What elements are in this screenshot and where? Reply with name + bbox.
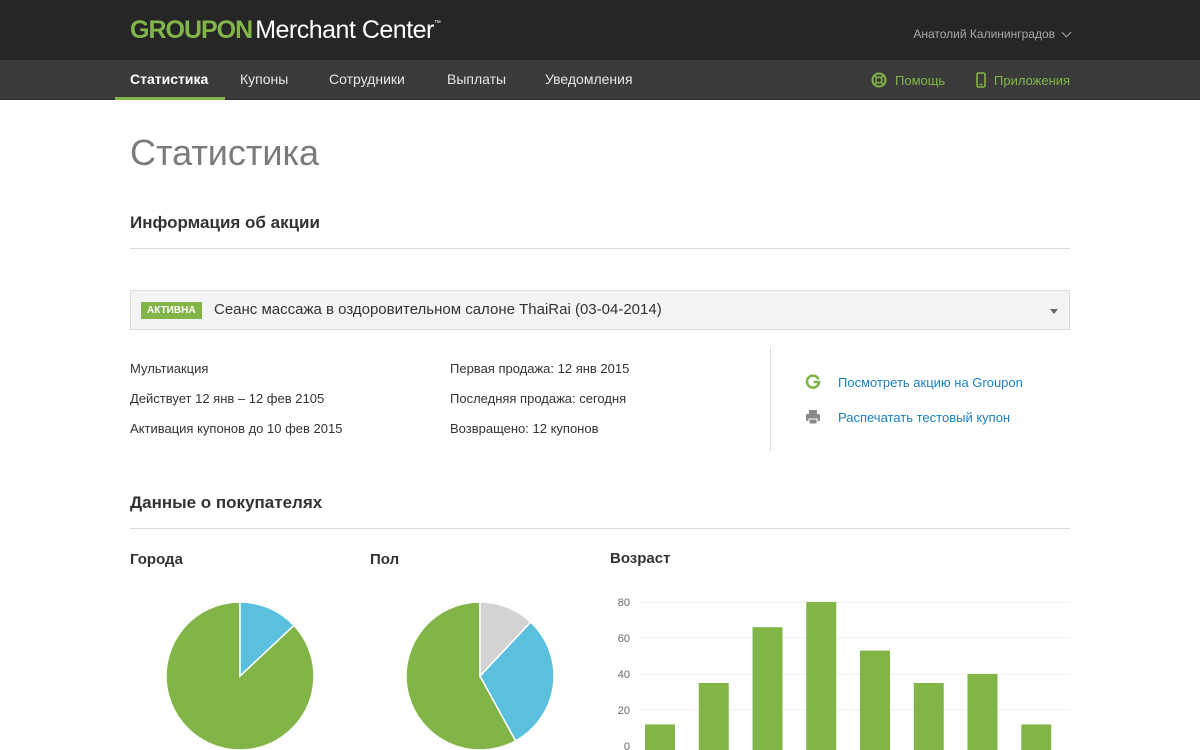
first-sale: Первая продажа: 12 янв 2015 [450, 361, 630, 376]
lifebuoy-icon [871, 72, 887, 88]
tab-notifications[interactable]: Уведомления [545, 60, 633, 100]
tab-employees[interactable]: Сотрудники [329, 60, 405, 100]
divider [130, 248, 1070, 249]
printer-icon [806, 410, 820, 425]
age-bar [967, 674, 998, 750]
y-tick-label: 60 [618, 633, 630, 645]
caret-down-icon [1050, 309, 1058, 314]
status-badge: АКТИВНА [141, 302, 202, 319]
returned-coupons: Возвращено: 12 купонов [450, 421, 599, 436]
last-sale: Последняя продажа: сегодня [450, 391, 627, 406]
age-bar [806, 602, 837, 750]
deal-info-title: Информация об акции [130, 213, 320, 232]
page-title: Статистика [130, 132, 320, 173]
deal-validity: Действует 12 янв – 12 фев 2105 [130, 391, 325, 406]
print-test-coupon-link[interactable]: Распечатать тестовый купон [838, 410, 1010, 425]
age-bar [860, 650, 890, 750]
age-bar [752, 627, 783, 750]
age-bar-chart: 0 20 40 60 80 [618, 597, 1070, 750]
logo-trademark: ™ [433, 20, 441, 27]
selected-deal: Сеанс массажа в оздоровительном салоне T… [214, 301, 662, 318]
deal-select[interactable]: АКТИВНА Сеанс массажа в оздоровительном … [130, 290, 1070, 330]
user-menu[interactable]: Анатолий Калининградов [913, 27, 1072, 41]
y-tick-label: 0 [624, 741, 630, 750]
gender-chart-title: Пол [370, 551, 400, 568]
y-tick-label: 40 [618, 669, 630, 681]
age-bar [913, 683, 944, 750]
logo-brand: GROUPON [130, 16, 253, 44]
main-nav: Статистика Купоны Сотрудники Выплаты Уве… [0, 60, 1200, 100]
tab-coupons[interactable]: Купоны [240, 60, 288, 100]
age-bar [698, 683, 729, 750]
apps-label: Приложения [994, 72, 1071, 88]
gender-pie-chart [405, 601, 555, 750]
help-link[interactable]: Помощь [871, 60, 945, 100]
tab-payouts[interactable]: Выплаты [447, 60, 506, 100]
age-bar [1021, 724, 1052, 750]
y-tick-label: 20 [618, 705, 630, 717]
groupon-merchant-center-logo[interactable]: GROUPON Merchant Center™ [130, 16, 441, 46]
tab-statistics[interactable]: Статистика [130, 60, 208, 100]
logo-product: Merchant Center [255, 16, 434, 44]
apps-link[interactable]: Приложения [976, 60, 1070, 100]
mobile-phone-icon [976, 72, 986, 88]
cities-chart-title: Города [130, 551, 183, 568]
coupon-activation-deadline: Активация купонов до 10 фев 2015 [130, 421, 343, 436]
age-bar [645, 724, 675, 750]
deal-type: Мультиакция [130, 361, 209, 376]
divider [130, 528, 1070, 529]
user-name: Анатолий Калининградов [913, 27, 1055, 41]
top-bar: GROUPON Merchant Center™ Анатолий Калинин… [0, 0, 1200, 60]
age-chart-title: Возраст [610, 550, 671, 567]
view-deal-on-groupon-link[interactable]: Посмотреть акцию на Groupon [838, 375, 1023, 390]
y-tick-label: 80 [618, 597, 630, 609]
groupon-g-icon [805, 374, 821, 389]
help-label: Помощь [895, 72, 946, 88]
active-tab-indicator [115, 97, 225, 100]
customers-title: Данные о покупателях [130, 493, 323, 512]
chevron-down-icon [1061, 27, 1072, 37]
vertical-divider [770, 347, 771, 452]
cities-pie-chart [165, 601, 315, 750]
